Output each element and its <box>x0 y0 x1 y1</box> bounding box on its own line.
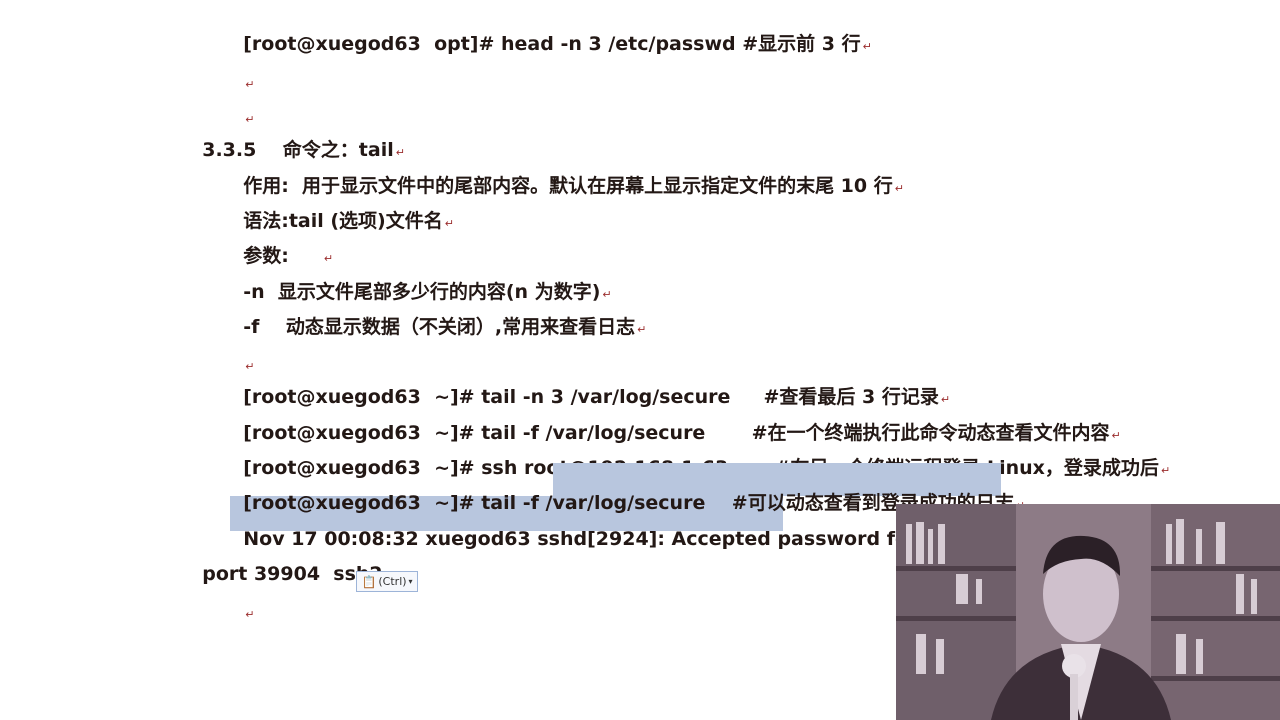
paragraph-mark: ↵ <box>894 182 904 195</box>
paragraph-mark: ↵ <box>245 608 255 621</box>
paragraph-mark: ↵ <box>444 217 454 230</box>
chevron-down-icon: ▾ <box>408 577 413 586</box>
doc-line-1: [root@xuegod63 opt]# head -n 3 /etc/pass… <box>243 33 872 55</box>
clipboard-icon: 📋 <box>361 574 377 589</box>
paragraph-mark: ↵ <box>637 323 647 336</box>
paste-options-label: (Ctrl) <box>378 575 407 588</box>
paragraph-mark: ↵ <box>1160 464 1171 477</box>
presenter-video-frame <box>896 504 1280 720</box>
doc-line-empty-end: ↵ <box>230 576 254 627</box>
paste-options-button[interactable]: 📋 (Ctrl) ▾ <box>356 571 418 592</box>
presenter-video <box>896 504 1280 720</box>
paragraph-mark: ↵ <box>862 40 872 53</box>
doc-line-option-f: -f 动态显示数据（不关闭）,常用来查看日志 ↵ <box>243 316 647 338</box>
